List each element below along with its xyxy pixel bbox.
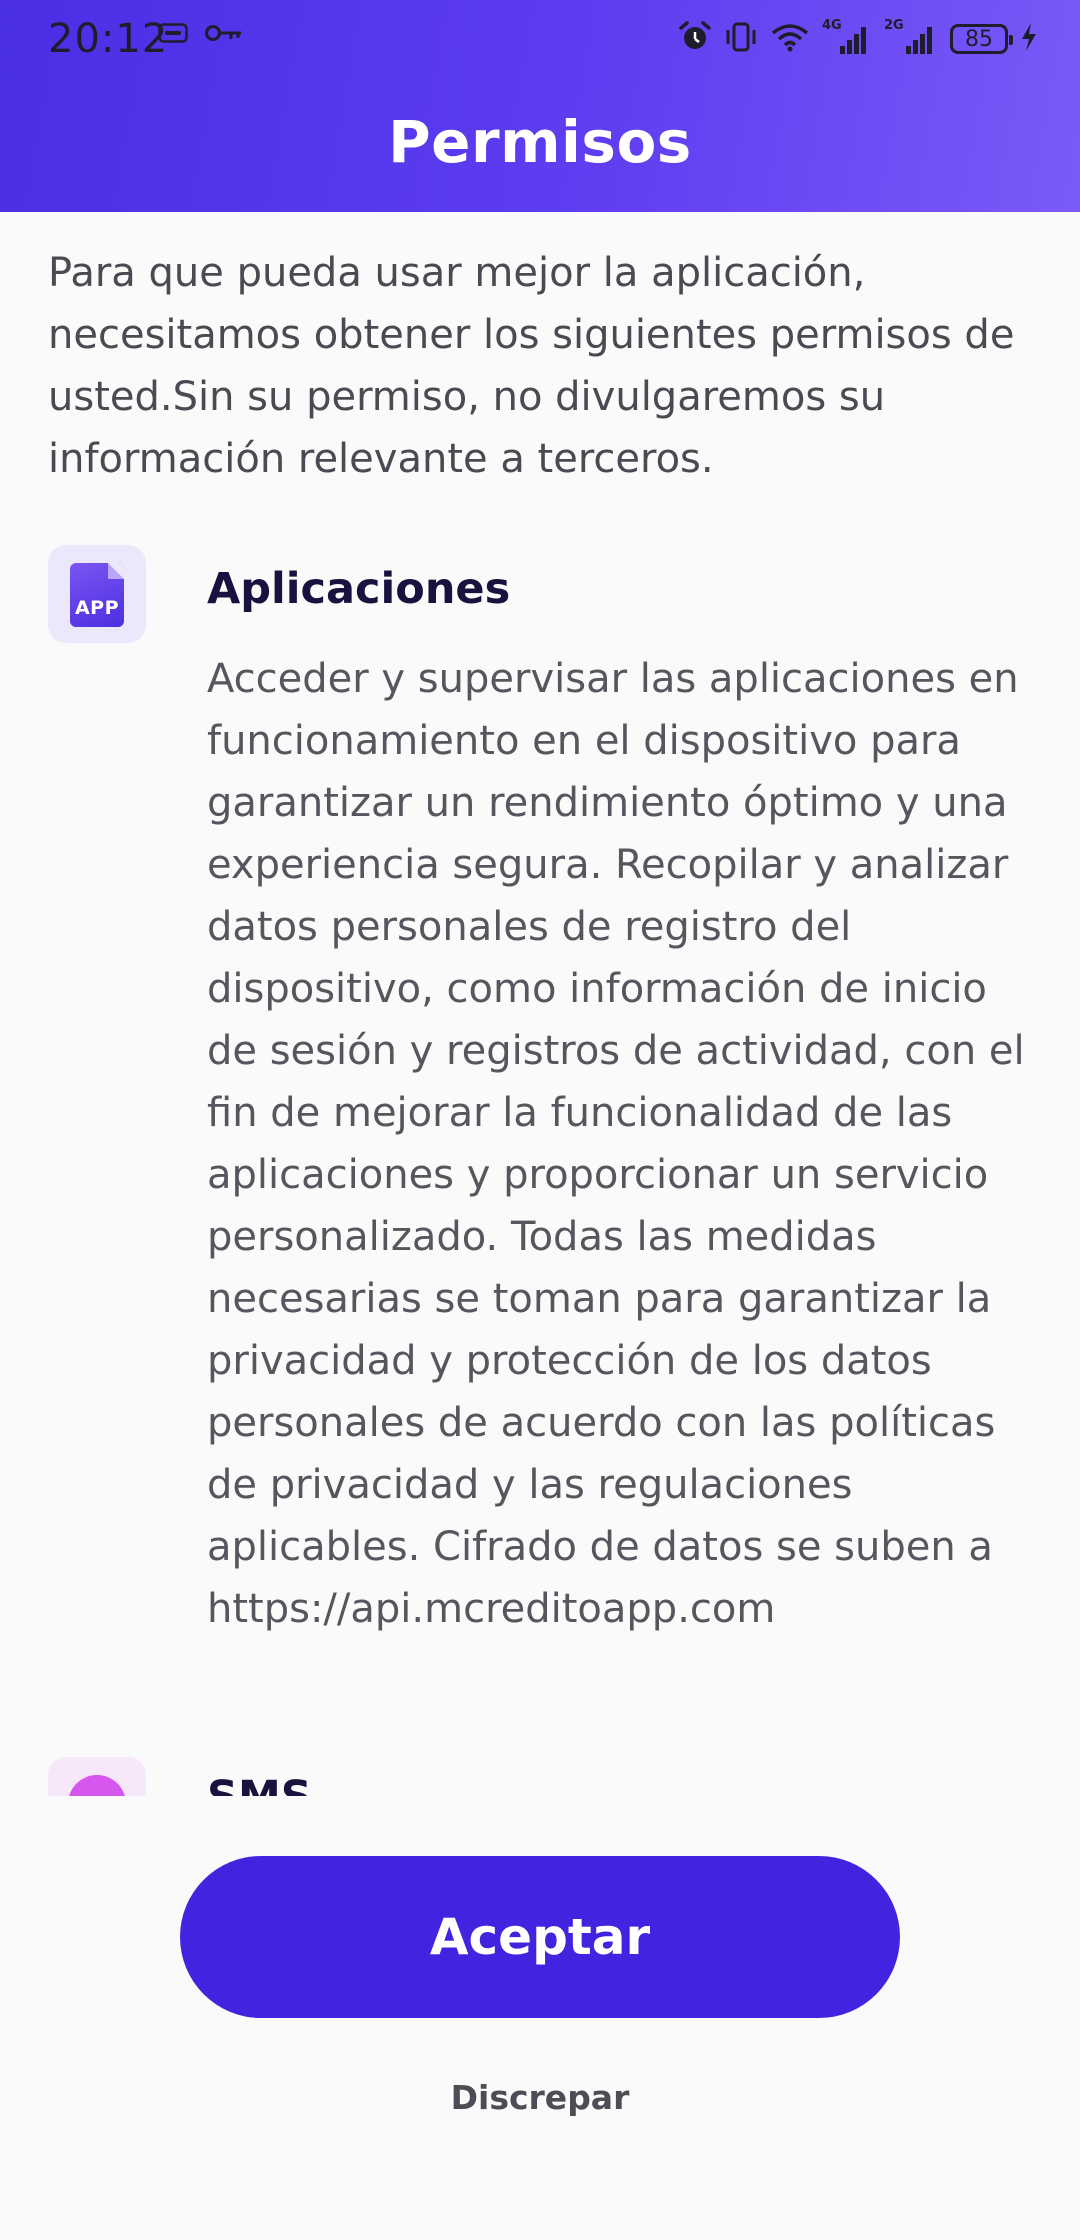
status-left-icons xyxy=(158,22,244,48)
signal-4g-icon: 4G xyxy=(822,18,872,56)
status-time: 20:12 xyxy=(48,16,169,62)
status-right-icons: 4G 2G 85 xyxy=(678,18,1038,58)
permission-title-sms: SMS xyxy=(207,1772,312,1796)
hd-icon xyxy=(158,23,188,47)
header: 20:12 4G 2G 85 Permisos xyxy=(0,0,1080,212)
sms-icon xyxy=(48,1757,146,1796)
wifi-icon xyxy=(770,21,810,57)
page-title: Permisos xyxy=(388,108,692,176)
app-icon-label: APP xyxy=(74,597,120,619)
app-document-icon: APP xyxy=(70,563,124,627)
battery-icon: 85 xyxy=(950,24,1013,54)
permissions-screen: 20:12 4G 2G 85 Permisos Para que pueda u… xyxy=(0,0,1080,2240)
charging-icon xyxy=(1020,22,1038,56)
intro-text: Para que pueda usar mejor la aplicación,… xyxy=(48,250,1015,482)
accept-button[interactable]: Aceptar xyxy=(180,1856,900,2018)
signal-2g-icon: 2G xyxy=(884,18,938,56)
key-icon xyxy=(204,22,244,48)
vibrate-icon xyxy=(724,21,758,57)
alarm-icon xyxy=(678,20,712,58)
battery-level: 85 xyxy=(965,26,993,52)
decline-button[interactable]: Discrepar xyxy=(0,2078,1080,2117)
status-bar: 20:12 4G 2G 85 xyxy=(0,0,1080,80)
permissions-content[interactable]: Para que pueda usar mejor la aplicación,… xyxy=(0,212,1080,1796)
app-icon: APP xyxy=(48,545,146,643)
footer-actions: Aceptar Discrepar xyxy=(0,1796,1080,2240)
permission-description: Acceder y supervisar las aplicaciones en… xyxy=(207,656,1025,1632)
permission-title: Aplicaciones xyxy=(207,564,511,614)
sms-dot-icon xyxy=(68,1775,126,1796)
